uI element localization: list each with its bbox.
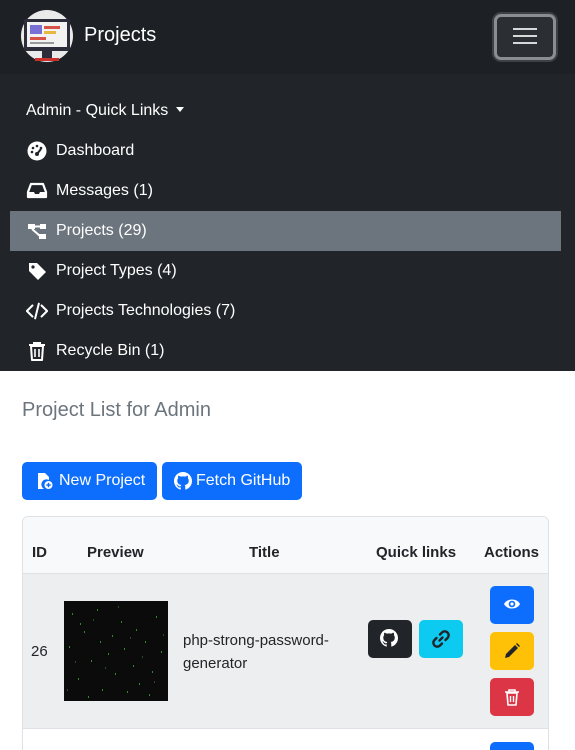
new-project-label: New Project bbox=[59, 472, 146, 489]
fetch-github-button[interactable]: Fetch GitHub bbox=[162, 462, 302, 500]
nav-item-messages[interactable]: Messages (1) bbox=[10, 171, 561, 211]
hamburger-icon-line bbox=[513, 42, 537, 44]
column-header-quick-links[interactable]: Quick links bbox=[376, 543, 456, 563]
project-id: 26 bbox=[31, 643, 48, 660]
table-header: ID Preview Title Quick links Actions bbox=[23, 517, 548, 574]
column-header-id[interactable]: ID bbox=[32, 543, 47, 563]
link-icon bbox=[432, 630, 450, 648]
caret-down-icon bbox=[176, 107, 185, 112]
nav-item-project-types[interactable]: Project Types (4) bbox=[10, 251, 561, 291]
view-button[interactable] bbox=[490, 586, 534, 624]
new-project-button[interactable]: New Project bbox=[22, 462, 157, 500]
github-link-button[interactable] bbox=[368, 620, 412, 658]
nav-item-recycle-bin[interactable]: Recycle Bin (1) bbox=[10, 331, 561, 371]
column-header-actions[interactable]: Actions bbox=[484, 543, 539, 563]
admin-quick-links-dropdown[interactable]: Admin - Quick Links bbox=[26, 100, 185, 122]
nav-item-dashboard[interactable]: Dashboard bbox=[10, 131, 561, 171]
nav-label: Projects Technologies (7) bbox=[56, 302, 236, 319]
trash-icon bbox=[505, 689, 519, 706]
preview-thumbnail bbox=[67, 606, 164, 698]
brand-title[interactable]: Projects bbox=[84, 22, 156, 48]
project-preview-image[interactable] bbox=[64, 601, 168, 701]
external-link-button[interactable] bbox=[419, 620, 463, 658]
hamburger-icon bbox=[513, 28, 537, 30]
eye-icon bbox=[504, 599, 520, 609]
hamburger-icon-line bbox=[513, 35, 537, 37]
view-button[interactable] bbox=[490, 742, 534, 750]
trash-icon bbox=[29, 342, 45, 361]
nav-label: Messages (1) bbox=[56, 182, 153, 199]
project-table: ID Preview Title Quick links Actions 26 bbox=[22, 516, 549, 750]
pencil-icon bbox=[505, 643, 520, 658]
table-row bbox=[23, 730, 548, 750]
page-title: Project List for Admin bbox=[22, 399, 211, 421]
fetch-github-label: Fetch GitHub bbox=[196, 472, 291, 489]
github-icon bbox=[380, 629, 398, 647]
diagram-icon bbox=[28, 224, 46, 239]
nav-label: Recycle Bin (1) bbox=[56, 342, 165, 359]
table-row: 26 php-strong-password-generator bbox=[23, 574, 548, 729]
code-icon bbox=[26, 302, 48, 320]
project-title[interactable]: php-strong-password-generator bbox=[183, 629, 363, 675]
edit-button[interactable] bbox=[490, 632, 534, 670]
main-content: Project List for Admin New Project Fetch… bbox=[0, 371, 575, 750]
file-add-icon bbox=[38, 473, 53, 489]
menu-toggle-button[interactable] bbox=[494, 14, 556, 60]
navbar-header: Projects bbox=[0, 0, 575, 74]
column-header-title[interactable]: Title bbox=[249, 543, 280, 563]
dashboard-gauge-icon bbox=[27, 141, 47, 161]
nav-label: Projects (29) bbox=[56, 222, 147, 239]
nav-label: Project Types (4) bbox=[56, 262, 177, 279]
tag-icon bbox=[29, 263, 46, 280]
navbar: Projects Admin - Quick Links Dashboard M… bbox=[0, 0, 575, 371]
github-icon bbox=[174, 472, 192, 490]
delete-button[interactable] bbox=[490, 678, 534, 716]
dropdown-label: Admin - Quick Links bbox=[26, 102, 169, 119]
nav-item-projects[interactable]: Projects (29) bbox=[10, 211, 561, 251]
nav-label: Dashboard bbox=[56, 142, 135, 159]
monitor-logo-icon[interactable] bbox=[18, 9, 76, 65]
column-header-preview[interactable]: Preview bbox=[87, 543, 144, 563]
nav-item-projects-technologies[interactable]: Projects Technologies (7) bbox=[10, 291, 561, 331]
inbox-icon bbox=[26, 182, 48, 199]
